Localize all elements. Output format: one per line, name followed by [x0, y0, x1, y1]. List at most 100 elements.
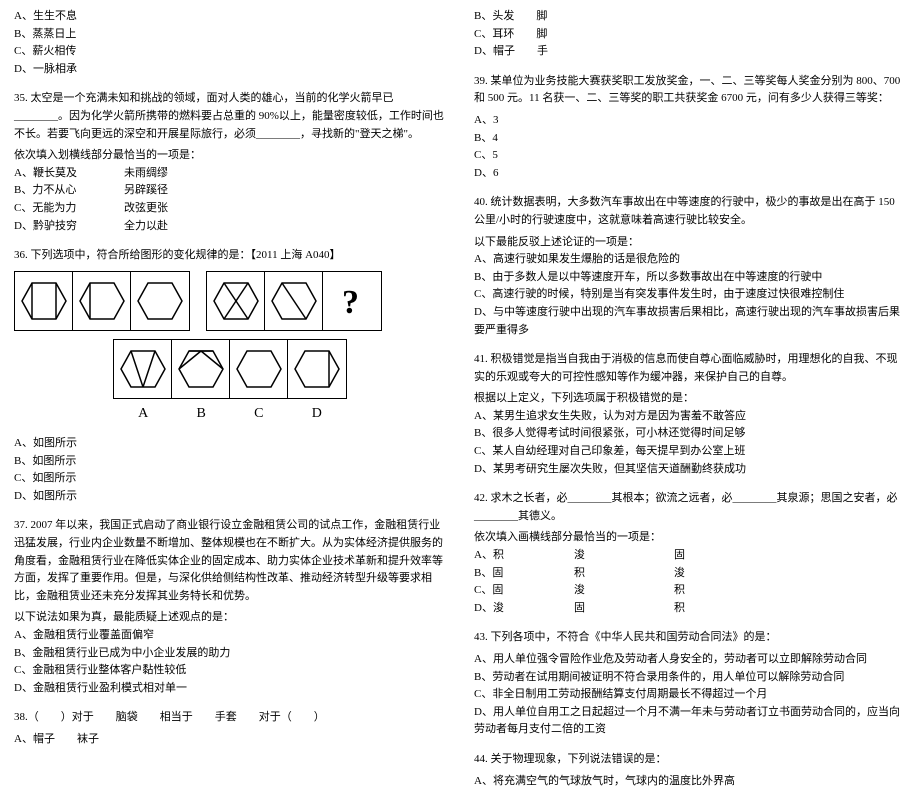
option-row: C、无能为力改弦更张 [14, 200, 446, 218]
option-row: A、积浚固 [474, 547, 906, 565]
question-40: 40. 统计数据表明，大多数汽车事故出在中等速度的行驶中，极少的事故是出在高于 … [474, 194, 906, 339]
hexagon-icon [270, 277, 318, 325]
option-a: A、金融租赁行业覆盖面偏窄 [14, 627, 446, 645]
question-body: 44. 关于物理现象，下列说法错误的是： [474, 751, 906, 769]
question-37: 37. 2007 年以来，我国正式启动了商业银行设立金融租赁公司的试点工作，金融… [14, 517, 446, 697]
option-c2: 改弦更张 [124, 200, 446, 218]
hexagon-icon [235, 345, 283, 393]
hexagon-icon [78, 277, 126, 325]
option-b: B、如图所示 [14, 453, 446, 471]
option-a1: A、鞭长莫及 [14, 165, 124, 183]
option-d: D、用人单位自用工之日起超过一个月不满一年未与劳动者订立书面劳动合同的，应当向劳… [474, 704, 906, 739]
question-body: 37. 2007 年以来，我国正式启动了商业银行设立金融租赁公司的试点工作，金融… [14, 517, 446, 605]
option-d: D、某男考研究生屡次失败，但其坚信天道酬勤终获成功 [474, 461, 906, 479]
option-b: B、很多人觉得考试时间很紧张，可小林还觉得时间足够 [474, 425, 906, 443]
question-43: 43. 下列各项中，不符合《中华人民共和国劳动合同法》的是： A、用人单位强令冒… [474, 629, 906, 739]
option-d1: D、黔驴技穷 [14, 218, 124, 236]
option-a: A、3 [474, 112, 906, 130]
option-b2: 积 [574, 565, 674, 583]
option-d2: 全力以赴 [124, 218, 446, 236]
option-d: D、如图所示 [14, 488, 446, 506]
hexagon-icon [119, 345, 167, 393]
option-a1: A、积 [474, 547, 574, 565]
option-c: C、5 [474, 147, 906, 165]
figure-cell: ? [323, 272, 381, 330]
option-c3: 积 [674, 582, 774, 600]
question-42: 42. 求木之长者，必________其根本；欲流之远者，必________其泉… [474, 490, 906, 617]
option-b: B、由于多数人是以中等速度开车，所以多数事故出在中等速度的行驶中 [474, 269, 906, 287]
question-body: 39. 某单位为业务技能大赛获奖职工发放奖金，一、二、三等奖每人奖金分别为 80… [474, 73, 906, 108]
question-instr: 以下最能反驳上述论证的一项是： [474, 234, 906, 252]
letter-d: D [312, 403, 322, 425]
option-a: A、将充满空气的气球放气时，气球内的温度比外界高 [474, 773, 906, 791]
question-36: 36. 下列选项中，符合所给图形的变化规律的是：【2011 上海 A040】 [14, 247, 446, 505]
option-b: B、金融租赁行业已成为中小企业发展的助力 [14, 645, 446, 663]
figure-cell-b [172, 340, 230, 398]
question-44: 44. 关于物理现象，下列说法错误的是： A、将充满空气的气球放气时，气球内的温… [474, 751, 906, 790]
hexagon-icon [212, 277, 260, 325]
question-mark-icon: ? [332, 281, 372, 321]
figure-cell-c [230, 340, 288, 398]
option-a: A、帽子 袜子 [14, 731, 446, 749]
option-a2: 浚 [574, 547, 674, 565]
question-body: 38.（ ）对于 脑袋 相当于 手套 对于（ ） [14, 709, 446, 727]
option-d2: 固 [574, 600, 674, 618]
hexagon-icon [20, 277, 68, 325]
option-a: A、高速行驶如果发生爆胎的话是很危险的 [474, 251, 906, 269]
svg-text:?: ? [342, 284, 359, 321]
option-row: C、固浚积 [474, 582, 906, 600]
figure-cell [15, 272, 73, 330]
option-c1: C、固 [474, 582, 574, 600]
option-c: C、金融租赁行业整体客户黏性较低 [14, 662, 446, 680]
option-row: B、力不从心另辟蹊径 [14, 182, 446, 200]
letter-a: A [138, 403, 148, 425]
question-body: 40. 统计数据表明，大多数汽车事故出在中等速度的行驶中，极少的事故是出在高于 … [474, 194, 906, 229]
figure-group-right: ? [206, 271, 382, 331]
figure-answer-row [113, 339, 347, 399]
letter-c: C [254, 403, 263, 425]
option-row: D、浚固积 [474, 600, 906, 618]
hexagon-icon [177, 345, 225, 393]
option-c1: C、无能为力 [14, 200, 124, 218]
figure-cell [131, 272, 189, 330]
figure-group-left [14, 271, 190, 331]
option-d: D、金融租赁行业盈利模式相对单一 [14, 680, 446, 698]
question-41: 41. 积极错觉是指当自我由于消极的信息而使自尊心面临威胁时，用理想化的自我、不… [474, 351, 906, 478]
option-a: A、如图所示 [14, 435, 446, 453]
option-b: B、蒸蒸日上 [14, 26, 446, 44]
question-38: 38.（ ）对于 脑袋 相当于 手套 对于（ ） A、帽子 袜子 [14, 709, 446, 748]
option-b1: B、固 [474, 565, 574, 583]
option-b1: B、力不从心 [14, 182, 124, 200]
option-c2: 浚 [574, 582, 674, 600]
figure-cell-d [288, 340, 346, 398]
option-row: A、鞭长莫及未雨绸缪 [14, 165, 446, 183]
option-b2: 另辟蹊径 [124, 182, 446, 200]
figure-cell-a [114, 340, 172, 398]
option-b: B、头发 脚 [474, 8, 906, 26]
option-c: C、薪火相传 [14, 43, 446, 61]
option-d: D、一脉相承 [14, 61, 446, 79]
question-body: 35. 太空是一个充满未知和挑战的领域，面对人类的雄心，当前的化学火箭早已___… [14, 90, 446, 143]
q38-continued: B、头发 脚 C、耳环 脚 D、帽子 手 [474, 8, 906, 61]
option-c: C、耳环 脚 [474, 26, 906, 44]
question-35: 35. 太空是一个充满未知和挑战的领域，面对人类的雄心，当前的化学火箭早已___… [14, 90, 446, 235]
hexagon-icon [136, 277, 184, 325]
figure-cell [207, 272, 265, 330]
option-d: D、6 [474, 165, 906, 183]
figure-cell [73, 272, 131, 330]
option-a: A、某男生追求女生失败，认为对方是因为害羞不敢答应 [474, 408, 906, 426]
question-body: 42. 求木之长者，必________其根本；欲流之远者，必________其泉… [474, 490, 906, 525]
question-body: 41. 积极错觉是指当自我由于消极的信息而使自尊心面临威胁时，用理想化的自我、不… [474, 351, 906, 386]
option-a: A、用人单位强令冒险作业危及劳动者人身安全的，劳动者可以立即解除劳动合同 [474, 651, 906, 669]
option-c: C、某人自幼经理对自己印象差，每天提早到办公室上班 [474, 443, 906, 461]
option-row: B、固积浚 [474, 565, 906, 583]
option-d3: 积 [674, 600, 774, 618]
question-instr: 依次填入划横线部分最恰当的一项是： [14, 147, 446, 165]
left-column: A、生生不息 B、蒸蒸日上 C、薪火相传 D、一脉相承 35. 太空是一个充满未… [0, 0, 460, 804]
figure-cell [265, 272, 323, 330]
question-instr: 依次填入画横线部分最恰当的一项是： [474, 529, 906, 547]
option-b3: 浚 [674, 565, 774, 583]
question-body: 36. 下列选项中，符合所给图形的变化规律的是：【2011 上海 A040】 [14, 247, 446, 265]
option-b: B、4 [474, 130, 906, 148]
question-39: 39. 某单位为业务技能大赛获奖职工发放奖金，一、二、三等奖每人奖金分别为 80… [474, 73, 906, 183]
